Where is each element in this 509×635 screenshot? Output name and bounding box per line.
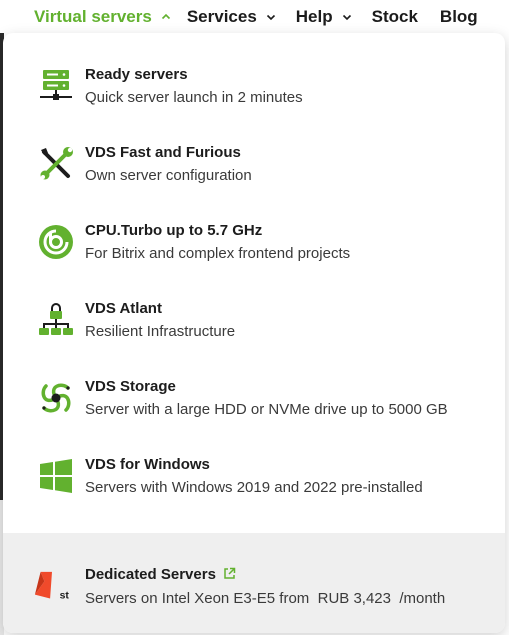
- chevron-up-icon: [161, 12, 171, 22]
- storage-swirl-icon: [37, 379, 75, 417]
- nav-stock[interactable]: Stock: [372, 7, 418, 27]
- menu-item-title: Dedicated Servers: [85, 565, 445, 586]
- menu-item-title: VDS Fast and Furious: [85, 144, 241, 161]
- menu-item-desc: Server with a large HDD or NVMe drive up…: [85, 401, 448, 418]
- nav-label: Blog: [439, 6, 478, 26]
- menu-footer: st Dedicated Servers Servers on Intel Xe…: [3, 533, 505, 633]
- top-nav: Virtual servers Services Help Stock Blog: [0, 0, 509, 33]
- nav-blog[interactable]: Blog: [440, 7, 478, 27]
- first-dedic-icon: st: [33, 569, 71, 607]
- windows-logo-icon: [37, 457, 75, 495]
- menu-item-ready-servers[interactable]: Ready servers Quick server launch in 2 m…: [3, 65, 505, 133]
- nav-virtual-servers[interactable]: Virtual servers: [34, 7, 171, 27]
- menu-item-vds-storage[interactable]: VDS Storage Server with a large HDD or N…: [3, 377, 505, 445]
- menu-item-vds-fast-furious[interactable]: VDS Fast and Furious Own server configur…: [3, 143, 505, 211]
- server-stack-icon: [37, 67, 75, 105]
- external-link-icon[interactable]: [223, 566, 236, 586]
- virtual-servers-dropdown: Ready servers Quick server launch in 2 m…: [3, 33, 505, 633]
- bitrix-turbo-icon: [37, 223, 75, 261]
- menu-item-desc: Servers with Windows 2019 and 2022 pre-i…: [85, 479, 423, 496]
- nav-services[interactable]: Services: [187, 7, 276, 27]
- nav-label: Help: [295, 6, 333, 26]
- nav-label: Services: [186, 6, 257, 26]
- nav-label: Stock: [371, 6, 418, 26]
- wrench-screwdriver-icon: [37, 145, 75, 183]
- menu-item-desc: Quick server launch in 2 minutes: [85, 89, 303, 106]
- menu-item-dedicated-servers[interactable]: st Dedicated Servers Servers on Intel Xe…: [3, 565, 505, 633]
- chevron-down-icon: [266, 12, 276, 22]
- menu-item-desc: Own server configuration: [85, 167, 252, 184]
- menu-item-title: VDS Atlant: [85, 300, 162, 317]
- menu-item-title: VDS for Windows: [85, 456, 210, 473]
- menu-item-desc: Resilient Infrastructure: [85, 323, 236, 340]
- dedicated-title: Dedicated Servers: [85, 566, 216, 583]
- menu-item-vds-windows[interactable]: VDS for Windows Servers with Windows 201…: [3, 455, 505, 523]
- nav-label: Virtual servers: [34, 6, 152, 26]
- menu-item-title: VDS Storage: [85, 378, 176, 395]
- menu-item-title: CPU.Turbo up to 5.7 GHz: [85, 222, 263, 239]
- menu-item-vds-atlant[interactable]: VDS Atlant Resilient Infrastructure: [3, 299, 505, 367]
- menu-item-title: Ready servers: [85, 66, 188, 83]
- menu-item-desc: Servers on Intel Xeon E3-E5 from RUB 3,4…: [85, 590, 446, 607]
- network-lock-icon: [37, 301, 75, 339]
- badge-text: st: [60, 590, 70, 601]
- chevron-down-icon: [342, 12, 352, 22]
- menu-item-desc: For Bitrix and complex frontend projects: [85, 245, 351, 262]
- menu-item-cpu-turbo[interactable]: CPU.Turbo up to 5.7 GHz For Bitrix and c…: [3, 221, 505, 289]
- nav-help[interactable]: Help: [296, 7, 352, 27]
